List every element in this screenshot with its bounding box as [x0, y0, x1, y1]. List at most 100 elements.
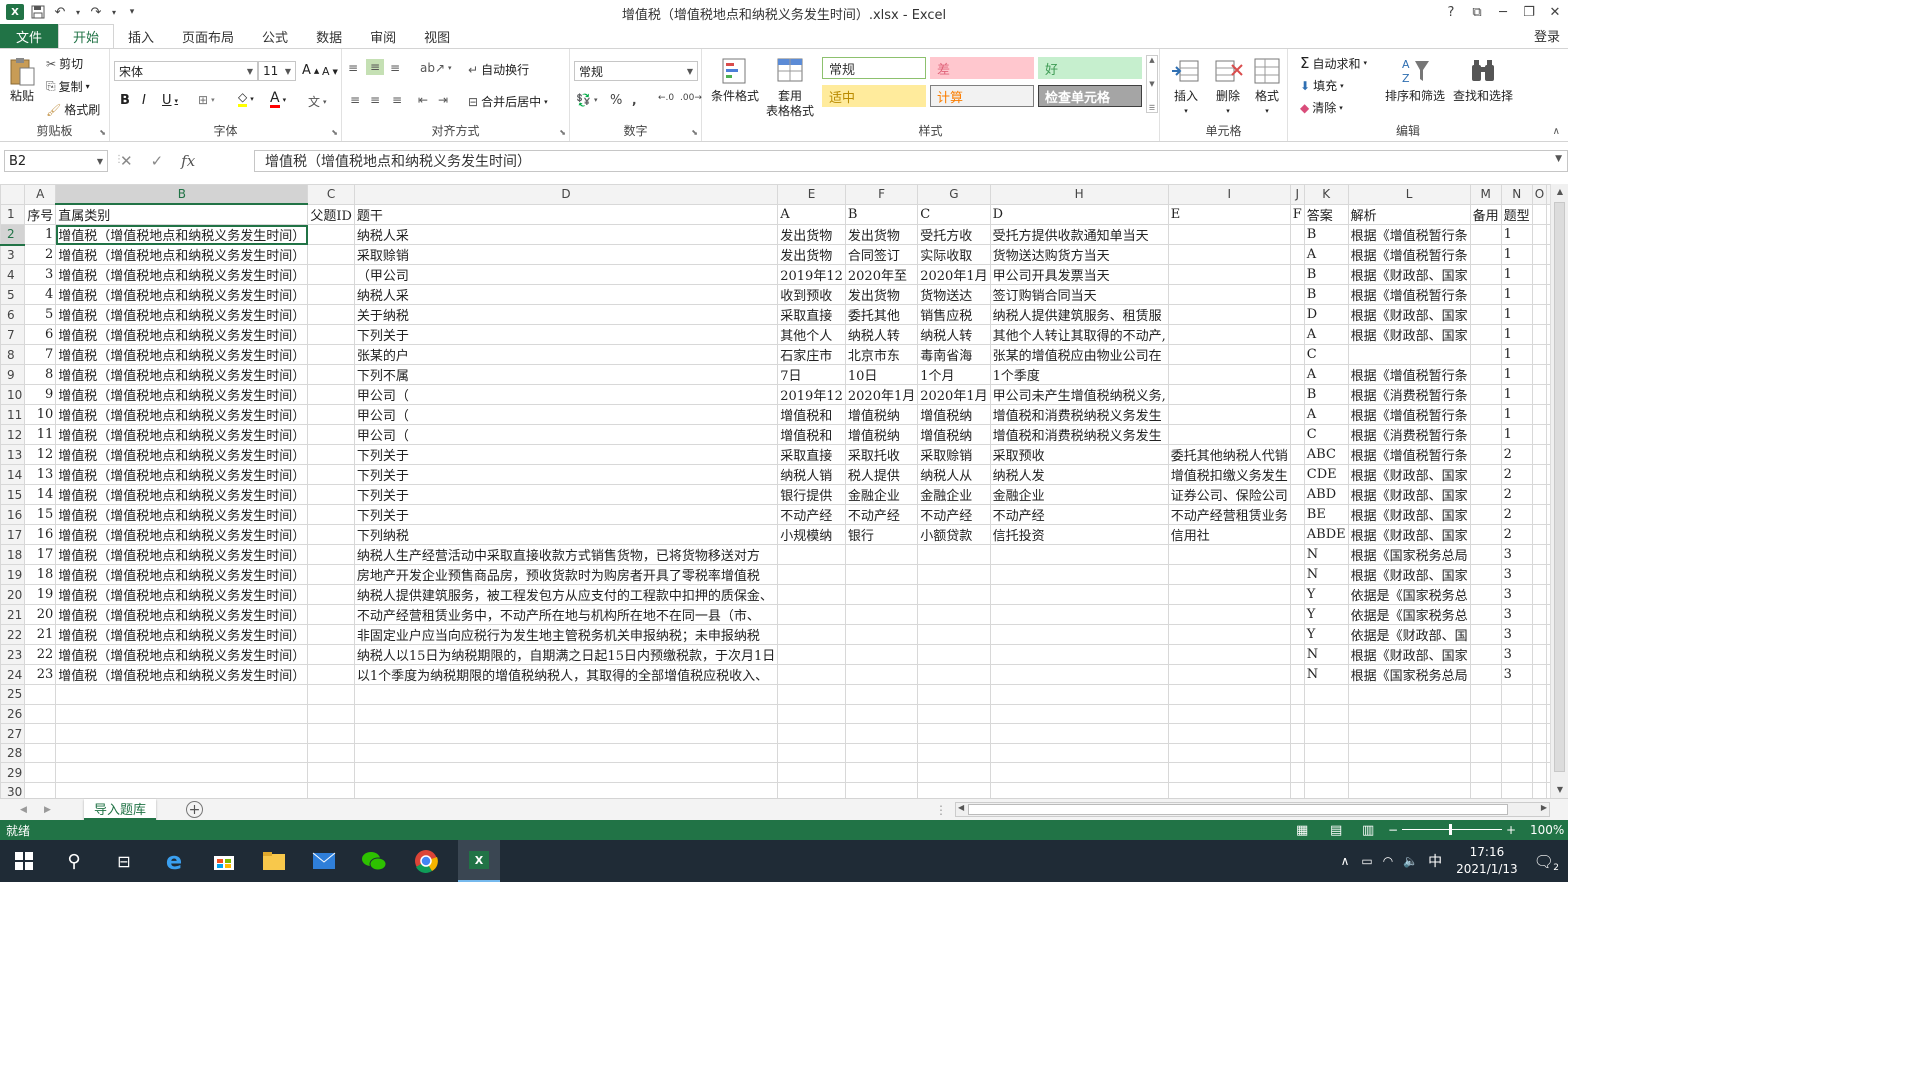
insert-cells-button[interactable]: 插入 ▾	[1166, 55, 1206, 119]
cell[interactable]	[55, 684, 309, 705]
cell[interactable]: 1个季度	[989, 364, 1169, 386]
tab-home[interactable]: 开始	[58, 24, 115, 48]
row-header[interactable]: 28	[0, 742, 26, 764]
cell[interactable]: 发出货物	[844, 284, 919, 306]
cell[interactable]: 增值税（增值税地点和纳税义务发生时间）	[55, 544, 309, 566]
cell[interactable]	[1289, 424, 1305, 446]
cell[interactable]	[307, 762, 355, 784]
cell[interactable]	[307, 324, 355, 346]
redo-icon[interactable]: ↷	[88, 4, 104, 20]
cell[interactable]: 12	[24, 444, 57, 466]
cell[interactable]: 1	[1500, 304, 1533, 326]
cell[interactable]: 金融企业	[989, 484, 1169, 506]
cell[interactable]: 增值税（增值税地点和纳税义务发生时间）	[55, 384, 309, 406]
cell[interactable]: 发出货物	[777, 244, 846, 266]
cell[interactable]: 3	[1500, 664, 1533, 686]
style-good[interactable]: 好	[1038, 57, 1142, 79]
cell[interactable]	[989, 684, 1169, 705]
cell[interactable]	[1469, 344, 1502, 366]
column-header[interactable]: H	[989, 184, 1169, 205]
cell[interactable]: 增值税（增值税地点和纳税义务发生时间）	[55, 224, 309, 246]
delete-cells-button[interactable]: 删除 ▾	[1208, 55, 1248, 119]
style-normal[interactable]: 常规	[822, 57, 926, 79]
underline-button[interactable]: U ▾	[162, 93, 178, 108]
undo-icon[interactable]: ↶	[52, 4, 68, 20]
cell[interactable]	[1347, 344, 1471, 366]
cell[interactable]	[1289, 384, 1305, 406]
cell[interactable]: 1	[1500, 244, 1533, 266]
find-select-button[interactable]: 查找和选择	[1450, 55, 1516, 104]
clipboard-launcher-icon[interactable]: ⬊	[99, 128, 106, 137]
cell[interactable]	[1469, 284, 1502, 306]
cell[interactable]	[1167, 664, 1291, 686]
cell[interactable]	[307, 664, 355, 686]
save-icon[interactable]	[30, 4, 46, 20]
cell[interactable]	[24, 684, 57, 705]
cell[interactable]	[1469, 762, 1502, 784]
cell[interactable]: Y	[1303, 584, 1349, 606]
cell[interactable]	[1469, 564, 1502, 586]
name-box[interactable]: B2 ▼	[4, 150, 108, 172]
cell[interactable]: 不动产经	[777, 504, 846, 526]
cell[interactable]: 增值税（增值税地点和纳税义务发生时间）	[55, 464, 309, 486]
cell[interactable]: 1	[1500, 344, 1533, 366]
cell[interactable]	[24, 703, 57, 725]
cell[interactable]	[1303, 782, 1349, 798]
row-header[interactable]: 27	[0, 723, 26, 744]
tab-page-layout[interactable]: 页面布局	[168, 24, 248, 48]
row-header[interactable]: 2	[0, 224, 26, 246]
cell[interactable]: 增值税（增值税地点和纳税义务发生时间）	[55, 404, 309, 426]
cell[interactable]	[307, 224, 355, 246]
cell[interactable]	[24, 723, 57, 744]
cell[interactable]	[1500, 723, 1533, 744]
cell[interactable]: 19	[24, 584, 57, 606]
style-neutral[interactable]: 适中	[822, 85, 926, 107]
cell[interactable]	[1289, 244, 1305, 266]
cell[interactable]	[1167, 244, 1291, 266]
cell[interactable]	[1531, 584, 1548, 606]
edge-browser-icon[interactable]: e	[158, 845, 190, 877]
cell[interactable]	[777, 544, 846, 566]
column-header[interactable]: B	[55, 184, 309, 206]
cell[interactable]: 10日	[844, 364, 919, 386]
cell[interactable]: Y	[1303, 624, 1349, 646]
cell[interactable]	[353, 684, 779, 705]
cell[interactable]: 纳税人从	[917, 464, 991, 486]
column-header[interactable]: N	[1500, 184, 1533, 205]
cell[interactable]: 根据《国家税务总局	[1347, 544, 1471, 566]
cell[interactable]: 增值税扣缴义务发生	[1167, 464, 1291, 486]
row-header[interactable]: 11	[0, 404, 26, 426]
search-icon[interactable]: ⚲	[58, 845, 90, 877]
cell[interactable]: 不动产经营租赁业务中，不动产所在地与机构所在地不在同一县（市、	[353, 604, 779, 626]
cell[interactable]	[1167, 762, 1291, 784]
cell[interactable]: 增值税（增值税地点和纳税义务发生时间）	[55, 564, 309, 586]
page-layout-view-icon[interactable]: ▤	[1330, 823, 1342, 838]
cell[interactable]: 21	[24, 624, 57, 646]
cell[interactable]: 15	[24, 504, 57, 526]
cell[interactable]	[989, 624, 1169, 646]
new-sheet-button[interactable]: +	[186, 801, 203, 818]
cell[interactable]	[1469, 524, 1502, 546]
cell[interactable]: 序号	[24, 203, 57, 226]
cell[interactable]	[1347, 742, 1471, 764]
style-check-cell[interactable]: 检查单元格	[1038, 85, 1142, 107]
cell[interactable]: 增值税（增值税地点和纳税义务发生时间）	[55, 244, 309, 266]
cell[interactable]	[307, 684, 355, 705]
cell[interactable]: （甲公司	[353, 264, 779, 286]
cell[interactable]	[1347, 762, 1471, 784]
cell[interactable]	[844, 644, 919, 666]
cell[interactable]: 信用社	[1167, 524, 1291, 546]
cell[interactable]	[307, 424, 355, 446]
cell[interactable]	[1531, 284, 1548, 306]
cell[interactable]	[1531, 782, 1548, 798]
cell[interactable]	[917, 723, 991, 744]
scroll-sheets-right-icon[interactable]: ▶	[44, 805, 51, 815]
cell[interactable]: 金融企业	[844, 484, 919, 506]
cell[interactable]	[1167, 782, 1291, 798]
mail-icon[interactable]	[308, 845, 340, 877]
column-header[interactable]: M	[1469, 184, 1502, 205]
cell[interactable]	[1167, 324, 1291, 346]
cell[interactable]	[1531, 344, 1548, 366]
cell[interactable]	[1167, 742, 1291, 764]
cell[interactable]	[307, 304, 355, 326]
